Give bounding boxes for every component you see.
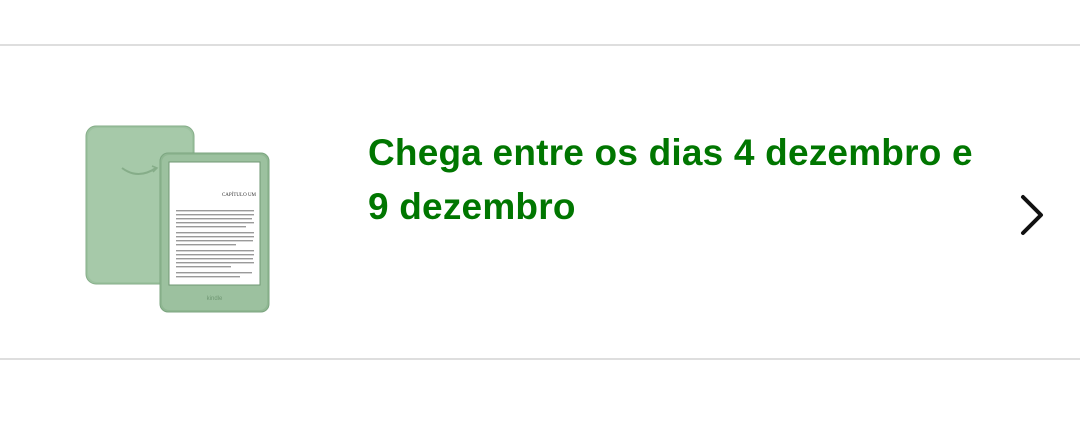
screen-heading: CAPÍTULO UM bbox=[222, 192, 257, 198]
delivery-estimate-text: Chega entre os dias 4 dezembro e 9 dezem… bbox=[368, 132, 973, 227]
kindle-device-image: CAPÍTULO UM kindle bbox=[85, 125, 270, 313]
bottom-divider bbox=[0, 358, 1080, 360]
chevron-right-icon[interactable] bbox=[1014, 193, 1048, 237]
screen-brand: kindle bbox=[207, 296, 223, 302]
